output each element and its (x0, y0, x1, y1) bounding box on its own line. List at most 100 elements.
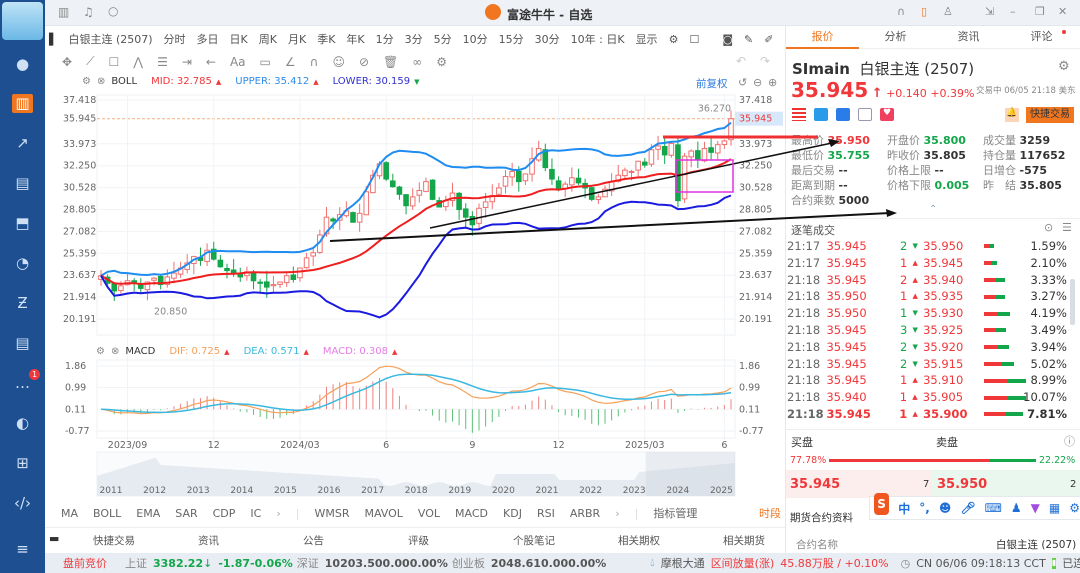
more-sub-icon[interactable]: › (615, 507, 619, 520)
indicator-sub-tab[interactable]: RSI (537, 507, 555, 520)
candle (423, 181, 429, 192)
field-value: -575 (1019, 164, 1048, 177)
depth-bar (984, 378, 1027, 383)
broker-name[interactable]: 摩根大通 (661, 555, 705, 571)
ime-settings-icon[interactable]: ⚙ (1069, 501, 1080, 515)
restore-button[interactable]: ❐ (1035, 5, 1045, 18)
ask-price[interactable]: 35.950 (937, 477, 987, 492)
macd-name[interactable]: MACD (125, 346, 155, 357)
trade-price: 35.945 (826, 356, 867, 371)
minimize-button[interactable]: – (1010, 5, 1016, 18)
navigator-year: 2019 (448, 486, 471, 496)
trade-qty: 2 (899, 272, 908, 287)
bottom-tab[interactable]: 资讯 (198, 533, 219, 548)
favorite-icon[interactable]: ♥ (880, 108, 894, 121)
bottom-tab[interactable]: 个股笔记 (513, 533, 555, 548)
date-tick: 12 (553, 440, 565, 451)
mic-icon[interactable]: 🎤︎ (960, 501, 975, 515)
bid-price[interactable]: 35.945 (790, 477, 840, 492)
trades-scrollbar[interactable] (1070, 279, 1075, 325)
code-icon[interactable]: ‹/› (12, 494, 33, 513)
watchlist-chart-icon[interactable]: ▥ (12, 94, 33, 113)
quote-tab[interactable]: 报价 (786, 26, 859, 48)
collapse-chevron-icon[interactable]: ⌃ (929, 204, 937, 215)
depth-bar (984, 277, 1023, 282)
shirt-icon[interactable]: ♙ (943, 5, 953, 18)
indicator-main-tab[interactable]: SAR (175, 507, 197, 520)
skin-icon[interactable]: ♟ (1011, 501, 1022, 515)
trade-icon[interactable]: ⬒ (12, 214, 33, 233)
indicator-main-tab[interactable]: MA (61, 507, 78, 520)
indicator-main-tab[interactable]: BOLL (93, 507, 121, 520)
news-icon[interactable]: ▤ (12, 334, 33, 353)
shirt-icon[interactable]: ▼ (1031, 501, 1040, 515)
pie-chart-icon[interactable]: ◔ (12, 254, 33, 273)
portfolio-icon[interactable]: ▤ (12, 174, 33, 193)
user-icon[interactable]: ● (12, 55, 33, 74)
quick-trade-button[interactable]: 快捷交易 (1026, 107, 1074, 123)
more-icon[interactable]: ⊙ (1044, 221, 1053, 234)
candle (502, 176, 509, 187)
clipboard-icon[interactable]: ▯ (921, 5, 927, 18)
price-change: +0.140 (886, 87, 927, 100)
bottom-tab[interactable]: 评级 (408, 533, 429, 548)
badge-row: ♥ (792, 108, 894, 121)
field-value: 117652 (1019, 149, 1066, 162)
menu-icon[interactable]: ≡ (12, 540, 33, 559)
indicator-sub-tab[interactable]: WMSR (314, 507, 349, 520)
list-icon[interactable]: ☰ (1062, 221, 1072, 234)
bottom-tab[interactable]: 公告 (303, 533, 324, 548)
lightning-icon[interactable] (814, 108, 828, 121)
indicator-sub-tab[interactable]: ARBR (570, 507, 600, 520)
moon-icon[interactable]: ◐ (12, 414, 33, 433)
bottom-tab[interactable]: 快捷交易 (93, 533, 135, 548)
indicator-main-tab[interactable]: EMA (136, 507, 160, 520)
bottom-tab[interactable]: 相关期权 (618, 533, 660, 548)
indicator-sub-tab[interactable]: MAVOL (364, 507, 402, 520)
ime-punct[interactable]: °, (919, 501, 930, 515)
bottom-tab[interactable]: 相关期货 (723, 533, 765, 548)
trade-row: 21:18 35.945 2 ▲ 35.940 3.33% (787, 272, 1067, 289)
high-marker: 36.270 (698, 104, 731, 115)
indicator-sub-tab[interactable]: KDJ (503, 507, 522, 520)
headset-icon[interactable]: ∩ (897, 5, 905, 18)
macd-close-icon[interactable]: ⊗ (111, 346, 119, 357)
indicator-main-tab[interactable]: CDP (213, 507, 236, 520)
apps-icon[interactable]: ▦ (1049, 501, 1060, 515)
more-main-icon[interactable]: › (276, 507, 280, 520)
candle (151, 277, 157, 281)
indicator-sub-tab[interactable]: VOL (418, 507, 440, 520)
alert-bell-icon[interactable]: 🔔 (1005, 108, 1019, 122)
macd-settings-icon[interactable]: ⚙ (96, 346, 105, 357)
trade-time: 21:18 (787, 272, 821, 287)
indicator-main-tab[interactable]: IC (250, 507, 261, 520)
collapse-icon[interactable]: ⇲ (985, 5, 994, 18)
sogou-logo-icon[interactable]: S (874, 493, 890, 515)
quote-tab[interactable]: 资讯 (932, 26, 1005, 48)
tier-icon[interactable] (836, 108, 850, 121)
field-label: 昨收价 (887, 149, 920, 162)
game-icon[interactable]: ⊞ (12, 454, 33, 473)
market-trend-icon[interactable]: ↗ (12, 134, 33, 153)
keyboard-icon[interactable]: ⌨ (985, 501, 1002, 515)
indicator-sub-tab[interactable]: MACD (455, 507, 488, 520)
info-icon[interactable]: ⓘ (1064, 433, 1075, 449)
close-button[interactable]: ✕ (1058, 5, 1067, 18)
quote-settings-icon[interactable]: ⚙ (1058, 59, 1070, 74)
trade-price: 35.940 (826, 390, 867, 405)
flow-label[interactable]: 区间放量(涨) (711, 555, 775, 571)
indicator-manage[interactable]: 指标管理 (653, 505, 697, 521)
quote-tab[interactable]: 分析 (859, 26, 932, 48)
ime-lang[interactable]: 中 (898, 500, 910, 517)
quote-tab[interactable]: 评论 (1005, 26, 1078, 48)
depth-bar (984, 311, 1023, 316)
trade-time: 21:18 (787, 339, 821, 354)
emoji-icon[interactable]: ☻ (939, 501, 952, 515)
period-tab[interactable]: 时段 (759, 505, 781, 521)
panel-toggle-icon[interactable]: ▬ (49, 532, 59, 545)
fund-icon[interactable]: Ƶ (12, 294, 33, 313)
doc-icon[interactable] (858, 108, 872, 121)
candle (270, 284, 277, 287)
price-chart[interactable]: 37.418 37.418 35.945 35.945 33.973 33.973 32.2… (45, 0, 785, 500)
macd-value: 0.308 (359, 346, 389, 357)
